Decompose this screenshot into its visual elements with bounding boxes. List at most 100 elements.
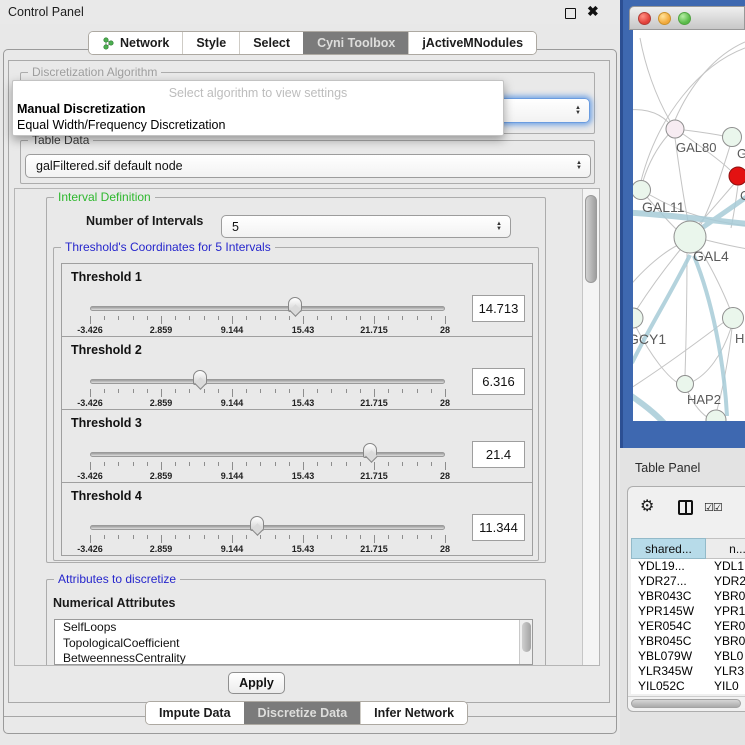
tab-select[interactable]: Select	[239, 32, 303, 54]
float-window-icon[interactable]	[565, 8, 576, 19]
cell-name[interactable]: YLR3	[706, 664, 745, 679]
tick-mark	[303, 462, 304, 470]
tab-impute-data[interactable]: Impute Data	[146, 702, 244, 724]
network-node[interactable]	[677, 376, 694, 393]
slider-handle[interactable]	[193, 370, 207, 385]
threshold-value-field[interactable]: 21.4	[472, 441, 525, 468]
network-node[interactable]	[633, 308, 643, 328]
table-row[interactable]: YPR145WYPR1	[631, 604, 745, 619]
num-intervals-value: 5	[232, 220, 239, 234]
table-horizontal-scrollbar[interactable]	[628, 696, 745, 708]
scrollbar-thumb[interactable]	[585, 195, 597, 283]
cell-shared-name[interactable]: YBR045C	[631, 634, 706, 649]
network-node[interactable]	[633, 181, 651, 200]
num-intervals-combobox[interactable]: 5 ▲▼	[221, 215, 511, 238]
cell-shared-name[interactable]: YBL079W	[631, 649, 706, 664]
cell-shared-name[interactable]: YDL19...	[631, 559, 706, 574]
tab-discretize-data[interactable]: Discretize Data	[244, 702, 361, 724]
threshold-value-field[interactable]: 11.344	[472, 514, 525, 541]
tick-mark	[147, 389, 148, 393]
slider-handle[interactable]	[250, 516, 264, 531]
list-scrollbar[interactable]	[519, 620, 532, 664]
minimize-traffic-light-icon[interactable]	[658, 12, 671, 25]
numerical-attributes-list[interactable]: SelfLoopsTopologicalCoefficientBetweenne…	[54, 619, 533, 665]
checkboxes-icon[interactable]: ☑☑	[704, 501, 722, 514]
cell-name[interactable]: YBR0	[706, 589, 745, 604]
cell-name[interactable]: YDR2	[706, 574, 745, 589]
slider-handle[interactable]	[363, 443, 377, 458]
cell-shared-name[interactable]: YDR27...	[631, 574, 706, 589]
table-row[interactable]: YBL079WYBL0	[631, 649, 745, 664]
dropdown-option-manual[interactable]: Manual Discretization	[17, 102, 146, 116]
table-row[interactable]: YIL052CYIL0	[631, 679, 745, 694]
slider-track[interactable]	[90, 306, 445, 311]
cell-name[interactable]: YPR1	[706, 604, 745, 619]
tab-network[interactable]: Network	[89, 32, 182, 54]
apply-button[interactable]: Apply	[228, 672, 285, 694]
slider-track[interactable]	[90, 525, 445, 530]
cell-name[interactable]: YDL1	[706, 559, 745, 574]
main-scrollbar[interactable]	[582, 189, 599, 665]
scrollbar-thumb[interactable]	[522, 622, 531, 652]
tab-cyni-toolbox[interactable]: Cyni Toolbox	[303, 32, 408, 54]
list-item[interactable]: BetweennessCentrality	[55, 651, 532, 665]
table-row[interactable]: YBR045CYBR0	[631, 634, 745, 649]
tick-label: -3.426	[77, 398, 103, 408]
zoom-traffic-light-icon[interactable]	[678, 12, 691, 25]
network-node[interactable]	[723, 128, 742, 147]
table-row[interactable]: YER054CYER0	[631, 619, 745, 634]
tick-mark	[147, 535, 148, 539]
cell-shared-name[interactable]: YBR043C	[631, 589, 706, 604]
slider-track[interactable]	[90, 379, 445, 384]
table-row[interactable]: YDR27...YDR2	[631, 574, 745, 589]
cell-name[interactable]: YIL0	[706, 679, 745, 694]
cell-name[interactable]: YBL0	[706, 649, 745, 664]
table-row[interactable]: YDL19...YDL1	[631, 559, 745, 574]
network-node[interactable]	[666, 120, 684, 138]
dropdown-option-equal-width[interactable]: Equal Width/Frequency Discretization	[17, 118, 225, 132]
cell-name[interactable]: YBR0	[706, 634, 745, 649]
columns-icon[interactable]	[678, 500, 693, 515]
column-header-name[interactable]: n...	[706, 538, 745, 559]
tick-mark	[275, 316, 276, 320]
table-row[interactable]: YLR345WYLR3	[631, 664, 745, 679]
slider-tick-labels: -3.4262.8599.14415.4321.71528	[90, 398, 445, 408]
cell-name[interactable]: YER0	[706, 619, 745, 634]
tick-label: 2.859	[150, 325, 173, 335]
threshold-panel-2: Threshold 2 -3.4262.8599.14415.4321.7152…	[61, 336, 533, 410]
close-traffic-light-icon[interactable]	[638, 12, 651, 25]
tick-mark	[317, 535, 318, 539]
tick-mark	[331, 389, 332, 393]
tab-jactivemnodules[interactable]: jActiveMNodules	[408, 32, 536, 54]
network-node[interactable]	[723, 308, 744, 329]
slider-handle[interactable]	[288, 297, 302, 312]
cell-shared-name[interactable]: YLR345W	[631, 664, 706, 679]
table-data-combobox[interactable]: galFiltered.sif default node ▲▼	[25, 154, 591, 178]
gear-icon[interactable]: ⚙	[640, 496, 654, 516]
list-item[interactable]: TopologicalCoefficient	[55, 636, 532, 652]
tick-label: 15.43	[292, 325, 315, 335]
cell-shared-name[interactable]: YPR145W	[631, 604, 706, 619]
tick-mark	[317, 462, 318, 466]
network-node-selected[interactable]	[729, 167, 745, 185]
column-header-shared-name[interactable]: shared...	[631, 538, 706, 559]
list-item[interactable]: SelfLoops	[55, 620, 532, 636]
tick-label: 15.43	[292, 471, 315, 481]
cell-shared-name[interactable]: YIL052C	[631, 679, 706, 694]
scrollbar-thumb[interactable]	[631, 699, 741, 708]
threshold-value-field[interactable]: 6.316	[472, 368, 525, 395]
network-node[interactable]	[706, 410, 726, 421]
tab-style[interactable]: Style	[182, 32, 239, 54]
tick-mark	[161, 316, 162, 324]
cell-shared-name[interactable]: YER054C	[631, 619, 706, 634]
tick-mark	[417, 389, 418, 393]
tab-infer-network[interactable]: Infer Network	[360, 702, 467, 724]
tick-mark	[374, 316, 375, 324]
table-row[interactable]: YBR043CYBR0	[631, 589, 745, 604]
close-icon[interactable]: ✖	[587, 3, 599, 20]
slider-track[interactable]	[90, 452, 445, 457]
table-header-row: shared... n...	[631, 538, 745, 559]
tick-mark	[90, 535, 91, 543]
network-view-canvas[interactable]: GAL80GAL11GAL4GCY1HAP2GACH	[633, 30, 745, 421]
threshold-value-field[interactable]: 14.713	[472, 295, 525, 322]
